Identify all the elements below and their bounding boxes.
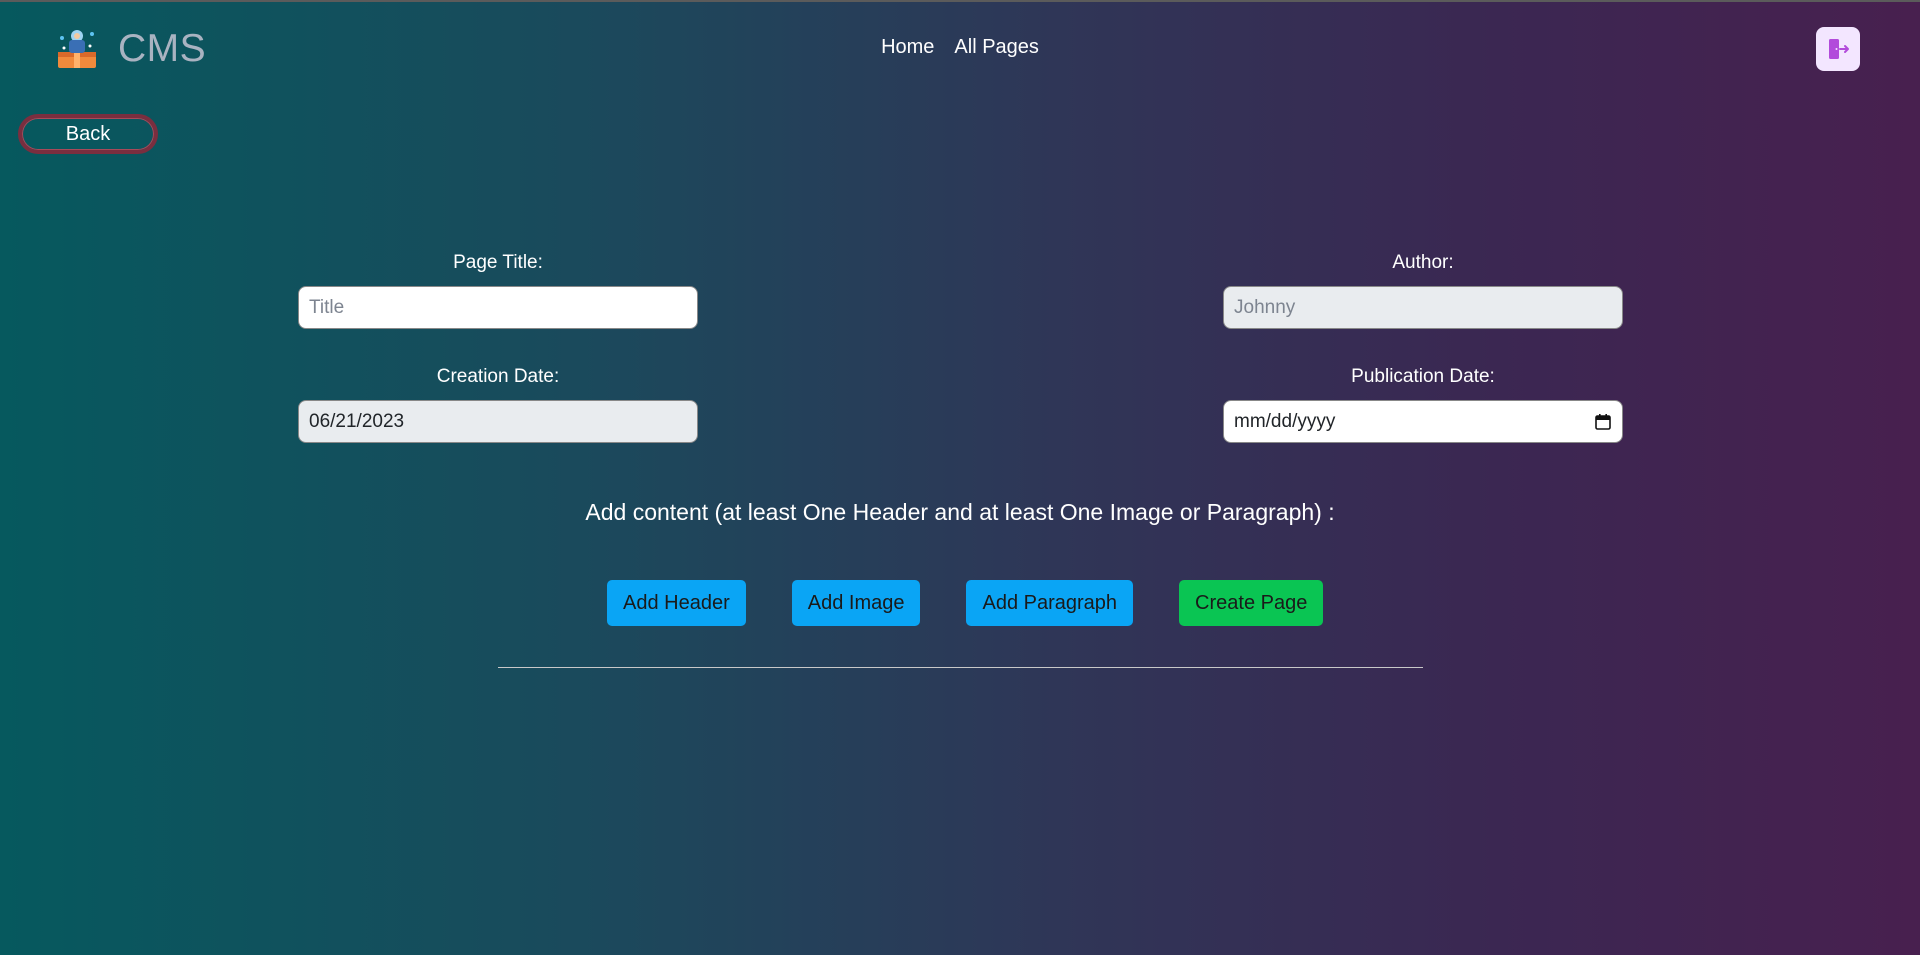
calendar-icon[interactable] [1594, 413, 1612, 431]
page-title-label: Page Title: [453, 252, 543, 273]
creation-date-value: 06/21/2023 [309, 410, 405, 432]
publication-date-placeholder: mm/dd/yyyy [1234, 410, 1336, 432]
content-divider [498, 667, 1423, 668]
content-instruction: Add content (at least One Header and at … [585, 499, 1335, 525]
publication-date-input[interactable]: mm/dd/yyyy [1223, 400, 1623, 443]
publication-date-label: Publication Date: [1351, 366, 1495, 387]
window-top-border [0, 0, 1920, 2]
page-title-input[interactable]: Title [298, 286, 698, 329]
create-page-button[interactable]: Create Page [1179, 580, 1324, 626]
page-title-field: Page Title: Title [298, 252, 698, 329]
publication-date-field: Publication Date: mm/dd/yyyy [1223, 366, 1623, 443]
creation-date-label: Creation Date: [436, 366, 560, 387]
author-input: Johnny [1223, 286, 1623, 329]
creation-date-field: Creation Date: 06/21/2023 [298, 366, 698, 443]
add-image-button[interactable]: Add Image [791, 580, 921, 626]
page-title-placeholder: Title [309, 296, 345, 318]
creation-date-input: 06/21/2023 [298, 400, 698, 443]
author-label: Author: [1392, 252, 1454, 273]
logout-icon [1829, 39, 1849, 59]
add-paragraph-button[interactable]: Add Paragraph [966, 580, 1134, 626]
nav-all-pages-link[interactable]: All Pages [954, 36, 1039, 59]
logout-button[interactable] [1816, 27, 1860, 71]
nav-home-link[interactable]: Home [881, 36, 934, 59]
author-value: Johnny [1234, 296, 1296, 318]
add-header-button[interactable]: Add Header [607, 580, 746, 626]
content-actions: Add Header Add Image Add Paragraph Creat… [607, 580, 1324, 626]
main-nav: Home All Pages [0, 36, 1920, 59]
author-field: Author: Johnny [1223, 252, 1623, 329]
back-button[interactable]: Back [18, 114, 158, 154]
